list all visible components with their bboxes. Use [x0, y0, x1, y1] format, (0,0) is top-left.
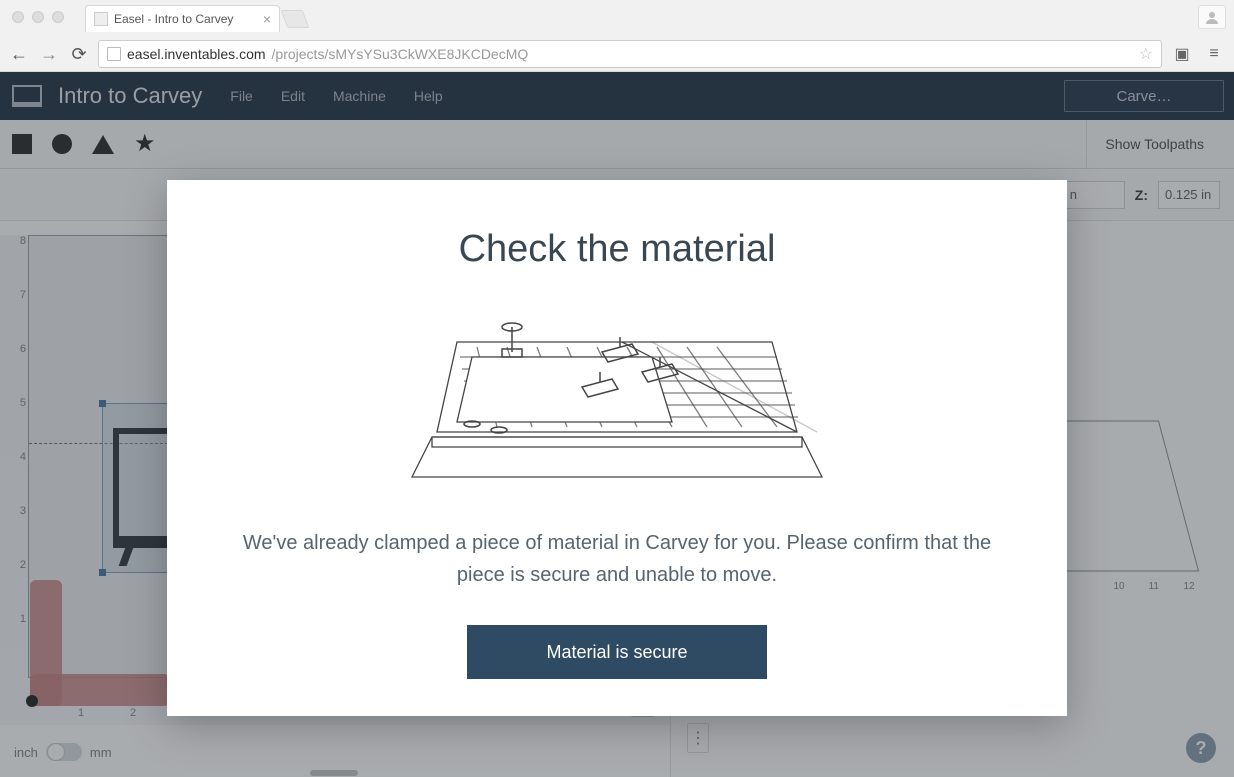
- traffic-min-icon[interactable]: [32, 11, 44, 23]
- menu-icon[interactable]: ≡: [1202, 42, 1226, 66]
- modal-body: We've already clamped a piece of materia…: [227, 527, 1007, 591]
- traffic-max-icon[interactable]: [52, 11, 64, 23]
- forward-button[interactable]: →: [38, 43, 60, 65]
- browser-chrome: Easel - Intro to Carvey × ← → ⟳ easel.in…: [0, 0, 1234, 72]
- check-material-modal: Check the material: [167, 180, 1067, 716]
- modal-title: Check the material: [227, 228, 1007, 271]
- back-button[interactable]: ←: [8, 43, 30, 65]
- browser-tab[interactable]: Easel - Intro to Carvey ×: [85, 5, 280, 32]
- address-row: ← → ⟳ easel.inventables.com/projects/sMY…: [0, 36, 1234, 72]
- modal-overlay[interactable]: Check the material: [0, 72, 1234, 777]
- url-host: easel.inventables.com: [127, 46, 266, 62]
- address-bar[interactable]: easel.inventables.com/projects/sMYsYSu3C…: [98, 40, 1162, 68]
- tab-title: Easel - Intro to Carvey: [114, 12, 233, 26]
- tab-close-icon[interactable]: ×: [263, 11, 271, 27]
- profile-button[interactable]: [1198, 5, 1226, 29]
- traffic-close-icon[interactable]: [12, 11, 24, 23]
- new-tab-button[interactable]: [281, 10, 310, 28]
- page-icon: [107, 47, 121, 61]
- url-path: /projects/sMYsYSu3CkWXE8JKCDecMQ: [272, 46, 529, 62]
- bookmark-star-icon[interactable]: ☆: [1139, 44, 1153, 64]
- favicon-icon: [94, 12, 108, 26]
- cast-icon[interactable]: ▣: [1170, 42, 1194, 66]
- reload-button[interactable]: ⟳: [68, 43, 90, 65]
- clamp-illustration-icon: [402, 297, 832, 497]
- window-traffic-lights: [12, 11, 64, 23]
- material-secure-button[interactable]: Material is secure: [467, 625, 767, 679]
